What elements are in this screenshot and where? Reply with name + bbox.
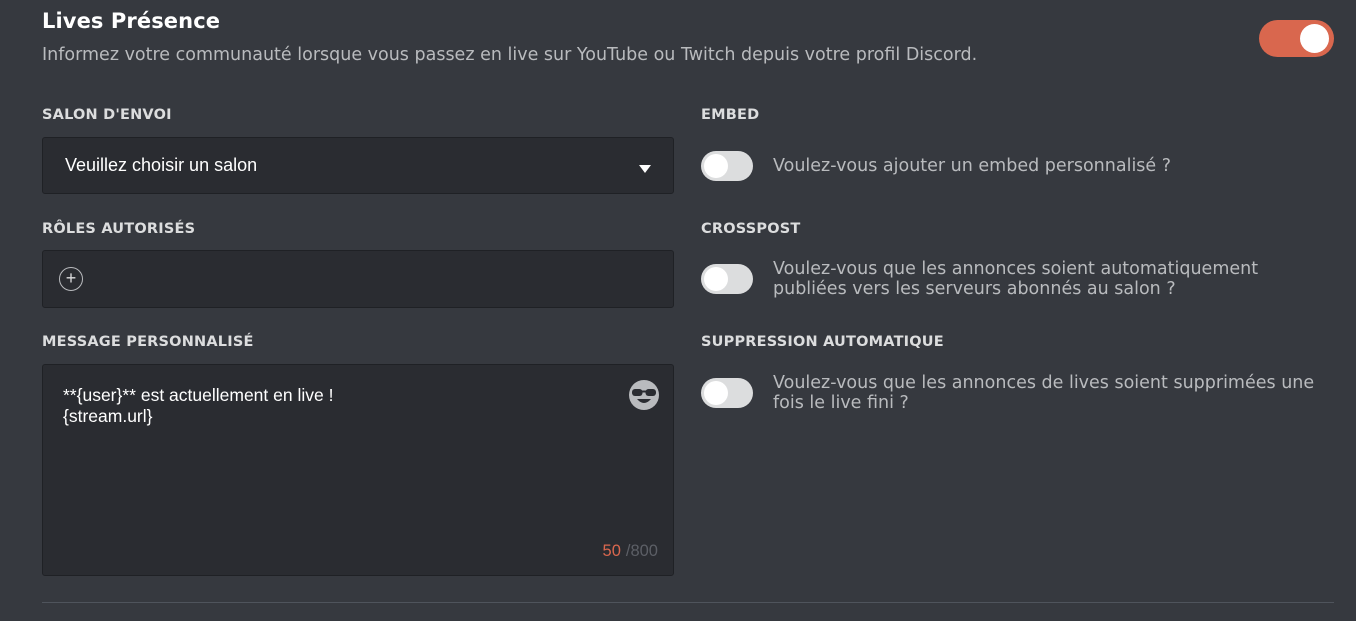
lives-presence-toggle[interactable] — [1259, 20, 1334, 57]
add-role-button[interactable]: + — [59, 267, 83, 291]
channel-label: SALON D'ENVOI — [42, 107, 172, 123]
auto-delete-label: SUPPRESSION AUTOMATIQUE — [701, 334, 944, 350]
channel-select-value: Veuillez choisir un salon — [65, 155, 258, 175]
roles-field: + — [42, 250, 674, 308]
character-max: /800 — [625, 542, 658, 560]
roles-label: RÔLES AUTORISÉS — [42, 221, 196, 237]
crosspost-label: CROSSPOST — [701, 221, 801, 237]
divider — [42, 602, 1334, 603]
auto-delete-toggle[interactable] — [701, 378, 753, 408]
auto-delete-description: Voulez-vous que les annonces de lives so… — [773, 373, 1315, 413]
toggle-knob — [704, 267, 728, 291]
section-description: Informez votre communauté lorsque vous p… — [42, 45, 978, 65]
toggle-knob — [704, 154, 728, 178]
toggle-knob — [1300, 24, 1329, 53]
channel-select[interactable]: Veuillez choisir un salon — [42, 137, 674, 194]
character-count: 50 — [602, 542, 621, 560]
embed-toggle[interactable] — [701, 151, 753, 181]
chevron-down-icon — [639, 165, 651, 173]
message-label: MESSAGE PERSONNALISÉ — [42, 334, 254, 350]
character-counter: 50/800 — [603, 542, 658, 561]
message-textarea[interactable]: **{user}** est actuellement en live ! {s… — [42, 364, 674, 576]
embed-label: EMBED — [701, 107, 760, 123]
lives-presence-settings: Lives Présence Informez votre communauté… — [0, 0, 1356, 621]
message-text: **{user}** est actuellement en live ! {s… — [63, 385, 334, 426]
crosspost-description: Voulez-vous que les annonces soient auto… — [773, 259, 1259, 299]
toggle-knob — [704, 381, 728, 405]
crosspost-toggle[interactable] — [701, 264, 753, 294]
section-title: Lives Présence — [42, 9, 221, 33]
embed-description: Voulez-vous ajouter un embed personnalis… — [773, 156, 1172, 176]
emoji-picker-icon[interactable] — [628, 379, 660, 411]
